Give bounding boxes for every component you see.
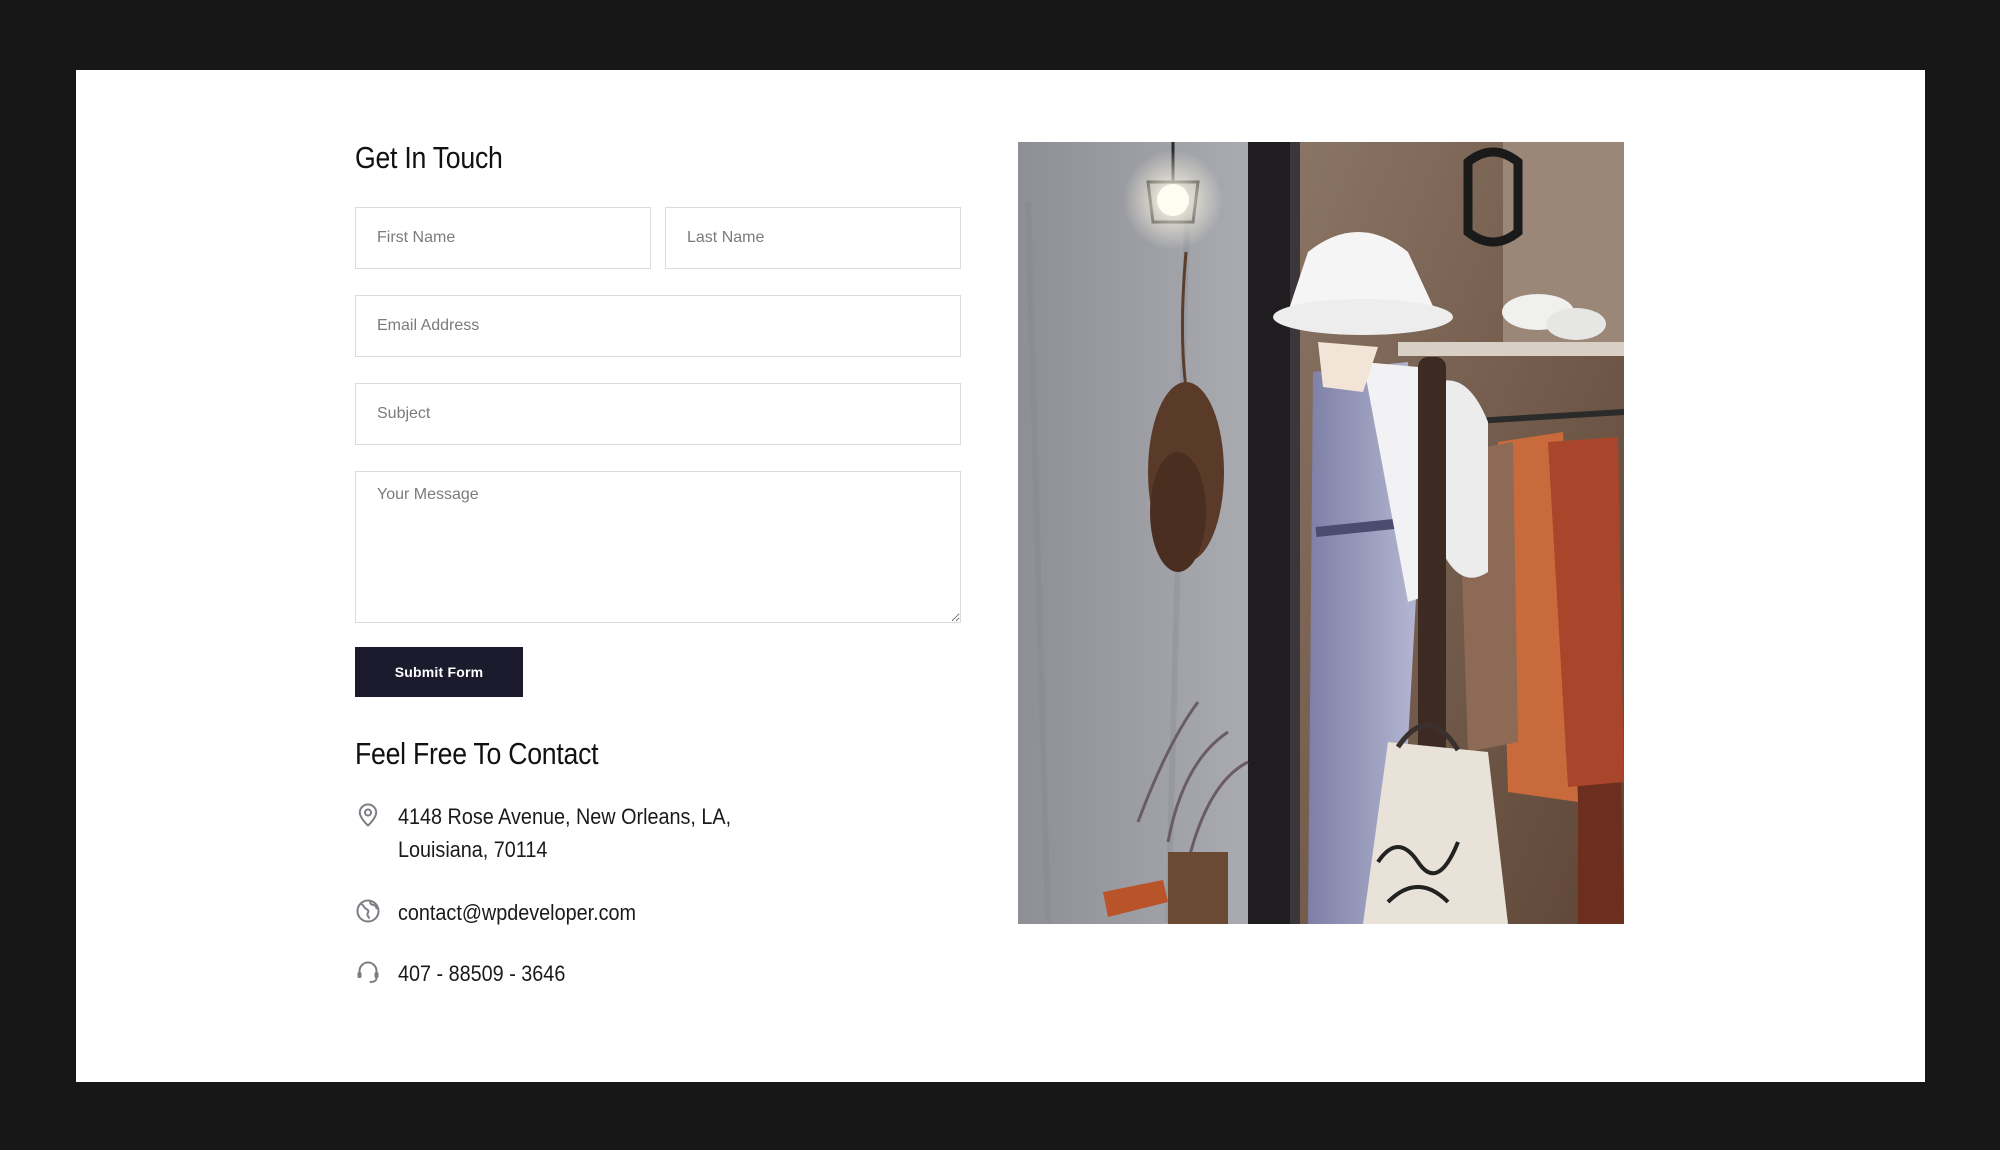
headset-icon	[355, 959, 381, 985]
feel-free-to-contact-heading: Feel Free To Contact	[355, 736, 599, 771]
contact-email-link[interactable]: contact@wpdeveloper.com	[398, 896, 636, 929]
email-address-input[interactable]	[355, 295, 961, 357]
globe-icon	[355, 898, 381, 924]
last-name-input[interactable]	[665, 207, 961, 269]
contact-phone-item: 407 - 88509 - 3646	[355, 957, 584, 990]
subject-input[interactable]	[355, 383, 961, 445]
get-in-touch-heading: Get In Touch	[355, 140, 503, 175]
contact-card: Get In Touch Submit Form Feel Free To Co…	[76, 70, 1925, 1082]
address-line-2: Louisiana, 70114	[398, 837, 548, 862]
first-name-input[interactable]	[355, 207, 651, 269]
contact-address-item: 4148 Rose Avenue, New Orleans, LA, Louis…	[355, 800, 768, 866]
contact-email-item: contact@wpdeveloper.com	[355, 896, 662, 929]
clothing-store-photo	[1018, 142, 1624, 924]
submit-form-button[interactable]: Submit Form	[355, 647, 523, 697]
contact-address-text: 4148 Rose Avenue, New Orleans, LA, Louis…	[398, 800, 731, 866]
address-line-1: 4148 Rose Avenue, New Orleans, LA,	[398, 804, 732, 829]
contact-phone-link[interactable]: 407 - 88509 - 3646	[398, 957, 565, 990]
message-textarea[interactable]	[355, 471, 961, 623]
map-pin-icon	[355, 802, 381, 828]
